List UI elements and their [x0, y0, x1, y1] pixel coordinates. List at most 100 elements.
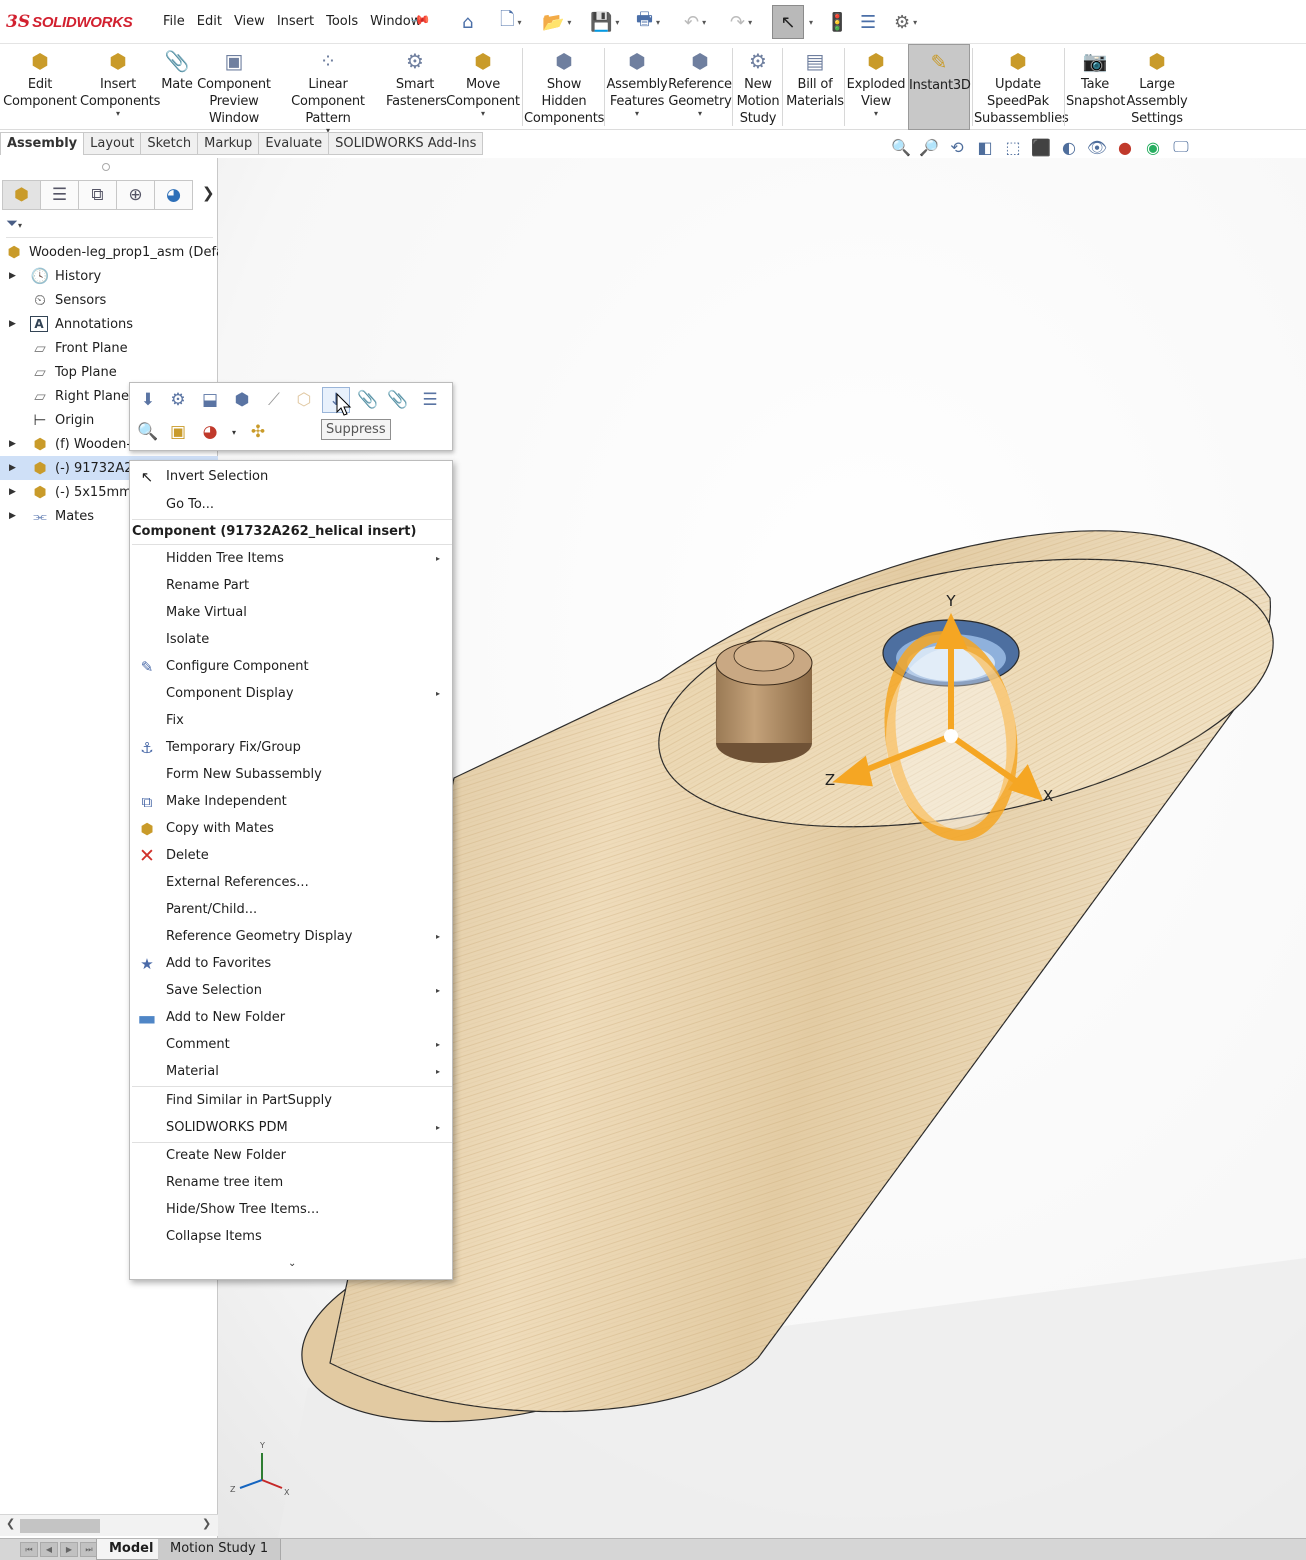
cmd-smart-fasteners[interactable]: ⚙ Smart Fasteners [386, 44, 447, 130]
menu-item-copy-with-mates[interactable]: ⬢ Copy with Mates [130, 815, 452, 842]
menu-item-add-to-new-folder[interactable]: ▬ Add to New Folder [130, 1004, 452, 1031]
menu-item-reference-geometry-display[interactable]: Reference Geometry Display ▸ [130, 923, 452, 950]
menu-item-form-new-subassembly[interactable]: Form New Subassembly [130, 761, 452, 788]
expand-menu-icon[interactable]: ⌄ [288, 1258, 296, 1269]
tree-item-sensors[interactable]: ⏲ Sensors [0, 288, 218, 312]
menu-item-component-display[interactable]: Component Display ▸ [130, 680, 452, 707]
component-properties-icon[interactable]: ☰ [416, 387, 444, 413]
horizontal-scrollbar[interactable]: ❮ ❯ [0, 1514, 218, 1536]
tab-assembly[interactable]: Assembly [0, 132, 85, 155]
menu-item-create-new-folder[interactable]: Create New Folder [130, 1142, 452, 1169]
tree-item-top-plane[interactable]: ▱ Top Plane [0, 360, 218, 384]
new-document-icon[interactable]: 🗋 ▾ [500, 9, 522, 34]
menu-insert[interactable]: Insert [277, 14, 314, 29]
tree-item-history[interactable]: ▶ 🕓 History [0, 264, 218, 288]
chevron-down-icon[interactable]: ▾ [446, 110, 520, 118]
zoom-to-selection-icon[interactable]: 🔍 [134, 419, 162, 445]
menu-item-external-references[interactable]: External References... [130, 869, 452, 896]
undo-icon[interactable]: ↶ ▾ [684, 10, 706, 34]
first-tab-icon[interactable]: ⏮ [20, 1542, 38, 1557]
menu-file[interactable]: File [163, 14, 185, 29]
cmd-motion-study[interactable]: ⚙ New Motion Study [734, 44, 782, 130]
cmd-snapshot[interactable]: 📷 Take Snapshot [1066, 44, 1125, 130]
display-style-icon[interactable]: ◐ [1058, 138, 1080, 157]
filter-icon[interactable]: ⏷ [6, 214, 18, 232]
dimxpert-manager-tab-icon[interactable]: ⊕ [116, 180, 155, 210]
feature-manager-tab-icon[interactable]: ⬢ [2, 180, 41, 210]
cmd-show-hidden[interactable]: ⬢ Show Hidden Components [524, 44, 604, 130]
menu-item-temporary-fix-group[interactable]: ⚓ Temporary Fix/Group [130, 734, 452, 761]
cmd-assembly-features[interactable]: ⬢ Assembly Features ▾ [606, 44, 668, 130]
menu-item-material[interactable]: Material ▸ [130, 1058, 452, 1085]
scrollbar-thumb[interactable] [20, 1519, 100, 1533]
cmd-instant3d[interactable]: ✎ Instant3D [908, 44, 971, 130]
tab-motion-study[interactable]: Motion Study 1 [158, 1539, 282, 1560]
hide-show-items-icon[interactable]: 👁 [1086, 138, 1108, 157]
menu-item-make-virtual[interactable]: Make Virtual [130, 599, 452, 626]
hide-components-icon[interactable]: ⬢ [228, 387, 256, 413]
next-tab-icon[interactable]: ▶ [60, 1542, 78, 1557]
change-transparency-icon[interactable]: ⬓ [196, 387, 224, 413]
tab-evaluate[interactable]: Evaluate [259, 132, 330, 155]
menu-tools[interactable]: Tools [326, 14, 358, 29]
redo-icon[interactable]: ↷ ▾ [730, 10, 752, 34]
isolate-icon[interactable]: ⬡ [290, 387, 318, 413]
cmd-exploded-view[interactable]: ⬢ Exploded View ▾ [846, 44, 906, 130]
apply-scene-icon[interactable]: ◉ [1142, 138, 1164, 157]
open-icon[interactable]: 📂 ▾ [542, 10, 571, 34]
view-settings-icon[interactable]: 🖵 [1170, 137, 1192, 157]
menu-item-invert-selection[interactable]: ↖ Invert Selection [130, 463, 452, 490]
file-properties-icon[interactable]: ☰ [860, 10, 876, 34]
menu-item-rename-tree-item[interactable]: Rename tree item [130, 1169, 452, 1196]
configuration-manager-tab-icon[interactable]: ⧉ [78, 180, 117, 210]
edit-appearance-icon[interactable]: ● [1114, 138, 1136, 157]
tab-sketch[interactable]: Sketch [141, 132, 199, 155]
mate-paperclip-icon[interactable]: 📎 [354, 387, 382, 413]
menu-item-solidworks-pdm[interactable]: SOLIDWORKS PDM ▸ [130, 1114, 452, 1141]
expand-arrow-icon[interactable]: ▶ [9, 463, 16, 473]
chevron-down-icon[interactable]: ▾ [846, 110, 906, 118]
chevron-down-icon[interactable]: ▾ [80, 110, 156, 118]
home-icon[interactable]: ⌂ [462, 10, 473, 34]
cmd-speedpak[interactable]: ⬢ Update SpeedPak Subassemblies [974, 44, 1069, 130]
tree-item-annotations[interactable]: ▶ A Annotations [0, 312, 218, 336]
edit-part-icon[interactable]: ⬇ [134, 387, 162, 413]
cmd-mate[interactable]: 📎 Mate [158, 44, 196, 130]
scroll-right-icon[interactable]: ❯ [202, 1517, 211, 1530]
menu-edit[interactable]: Edit [197, 14, 222, 29]
chevron-down-icon[interactable]: ▾ [606, 110, 668, 118]
tab-solidworks-add-ins[interactable]: SOLIDWORKS Add-Ins [329, 132, 484, 155]
menu-item-collapse-items[interactable]: Collapse Items [130, 1223, 452, 1250]
tree-root-assembly[interactable]: ⬢ Wooden-leg_prop1_asm (Default<Display S… [0, 240, 218, 264]
expand-arrow-icon[interactable]: ▶ [9, 319, 16, 329]
tab-layout[interactable]: Layout [84, 132, 142, 155]
tree-item-front-plane[interactable]: ▱ Front Plane [0, 336, 218, 360]
menu-item-parent-child[interactable]: Parent/Child... [130, 896, 452, 923]
view-mates-paperclip-icon[interactable]: 📎 [384, 387, 412, 413]
menu-item-configure-component[interactable]: ✎ Configure Component [130, 653, 452, 680]
chevron-down-icon[interactable]: ▾ [668, 110, 732, 118]
expand-arrow-icon[interactable]: ▶ [9, 271, 16, 281]
panel-splitter-handle[interactable] [102, 163, 110, 171]
print-icon[interactable]: 🖶 ▾ [636, 9, 660, 34]
menu-item-go-to[interactable]: Go To... [130, 491, 452, 518]
options-gear-icon[interactable]: ⚙ ▾ [894, 10, 917, 34]
tab-markup[interactable]: Markup [198, 132, 260, 155]
chevron-right-icon[interactable]: ❯ [202, 184, 215, 202]
open-part-icon[interactable]: ⚙ [164, 387, 192, 413]
expand-arrow-icon[interactable]: ▶ [9, 439, 16, 449]
expand-arrow-icon[interactable]: ▶ [9, 487, 16, 497]
cmd-insert-components[interactable]: ⬢ Insert Components ▾ [80, 44, 160, 130]
menu-item-find-similar-in-partsupply[interactable]: Find Similar in PartSupply [130, 1087, 452, 1114]
zoom-to-fit-icon[interactable]: 🔍 [890, 138, 912, 157]
display-manager-tab-icon[interactable]: ◕ [154, 180, 193, 210]
section-view-icon[interactable]: ◧ [974, 138, 996, 157]
tab-model[interactable]: Model [96, 1539, 167, 1560]
scroll-left-icon[interactable]: ❮ [6, 1517, 15, 1530]
select-icon[interactable]: ↖ [772, 5, 804, 39]
select-dropdown-icon[interactable]: ▾ [806, 10, 813, 34]
cmd-preview-window[interactable]: ▣ Component Preview Window [197, 44, 271, 130]
cmd-bom[interactable]: ▤ Bill of Materials [784, 44, 846, 130]
tree-filter[interactable]: ⏷▾ [6, 214, 213, 238]
menu-item-make-independent[interactable]: ⧉ Make Independent [130, 788, 452, 815]
